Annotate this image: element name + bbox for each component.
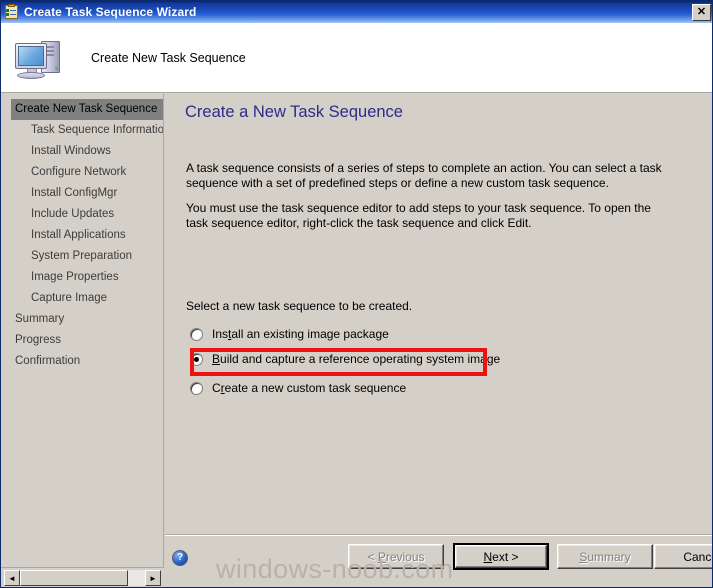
description-paragraph-1: A task sequence consists of a series of … xyxy=(186,161,662,190)
sidebar-step-8[interactable]: Image Properties xyxy=(1,267,163,288)
task-clipboard-icon xyxy=(4,4,20,20)
page-title: Create a New Task Sequence xyxy=(185,103,403,121)
title-bar-buttons: ✕ xyxy=(692,3,711,21)
radio-option-build-and-capture[interactable]: Build and capture a reference operating … xyxy=(190,350,500,368)
summary-button[interactable]: Summary xyxy=(557,544,653,569)
wizard-step-list: Create New Task Sequence Task Sequence In… xyxy=(1,94,164,567)
wizard-header: Create New Task Sequence xyxy=(1,23,712,93)
sidebar-step-6[interactable]: Install Applications xyxy=(1,225,163,246)
help-question-icon[interactable]: ? xyxy=(172,550,188,566)
title-bar: Create Task Sequence Wizard ✕ xyxy=(1,1,712,23)
radio-indicator[interactable] xyxy=(190,381,203,395)
window-title: Create Task Sequence Wizard xyxy=(24,5,197,19)
close-icon[interactable]: ✕ xyxy=(692,3,711,21)
cancel-button[interactable]: Cancel xyxy=(654,544,712,569)
radio-option-label: Create a new custom task sequence xyxy=(212,381,407,395)
options-instruction-label: Select a new task sequence to be created… xyxy=(186,299,413,313)
radio-option-create-custom[interactable]: Create a new custom task sequence xyxy=(190,379,406,397)
scrollbar-track[interactable] xyxy=(20,570,145,586)
computer-icon xyxy=(13,35,69,81)
radio-indicator[interactable] xyxy=(190,352,203,366)
sidebar-step-12[interactable]: Confirmation xyxy=(1,351,163,372)
wizard-content-panel: Create a New Task Sequence A task sequen… xyxy=(165,94,712,534)
scroll-right-icon[interactable]: ► xyxy=(145,570,161,586)
sidebar-step-2[interactable]: Install Windows xyxy=(1,141,163,162)
previous-button[interactable]: < Previous xyxy=(348,544,444,569)
radio-option-label: Build and capture a reference operating … xyxy=(212,352,501,366)
scrollbar-thumb[interactable] xyxy=(20,570,128,586)
sidebar-horizontal-scrollbar[interactable]: ◄ ► xyxy=(1,567,164,587)
wizard-footer: ? < Previous Next > Summary Cancel xyxy=(165,536,712,587)
sidebar-step-3[interactable]: Configure Network xyxy=(1,162,163,183)
header-title: Create New Task Sequence xyxy=(91,50,246,65)
sidebar-step-9[interactable]: Capture Image xyxy=(1,288,163,309)
sidebar-step-5[interactable]: Include Updates xyxy=(1,204,163,225)
create-task-sequence-wizard-window: Create Task Sequence Wizard ✕ Create New… xyxy=(0,0,713,588)
sidebar-step-1[interactable]: Task Sequence Information xyxy=(1,120,163,141)
radio-option-install-existing-image[interactable]: Install an existing image package xyxy=(190,325,389,343)
sidebar-step-10[interactable]: Summary xyxy=(1,309,163,330)
sidebar-step-0[interactable]: Create New Task Sequence xyxy=(11,99,163,120)
radio-indicator[interactable] xyxy=(190,327,203,341)
sidebar-step-11[interactable]: Progress xyxy=(1,330,163,351)
description-paragraph-2: You must use the task sequence editor to… xyxy=(186,201,651,230)
scroll-left-icon[interactable]: ◄ xyxy=(4,570,20,586)
sidebar-step-7[interactable]: System Preparation xyxy=(1,246,163,267)
radio-option-label: Install an existing image package xyxy=(212,327,389,341)
next-button[interactable]: Next > xyxy=(453,543,549,570)
sidebar-step-4[interactable]: Install ConfigMgr xyxy=(1,183,163,204)
